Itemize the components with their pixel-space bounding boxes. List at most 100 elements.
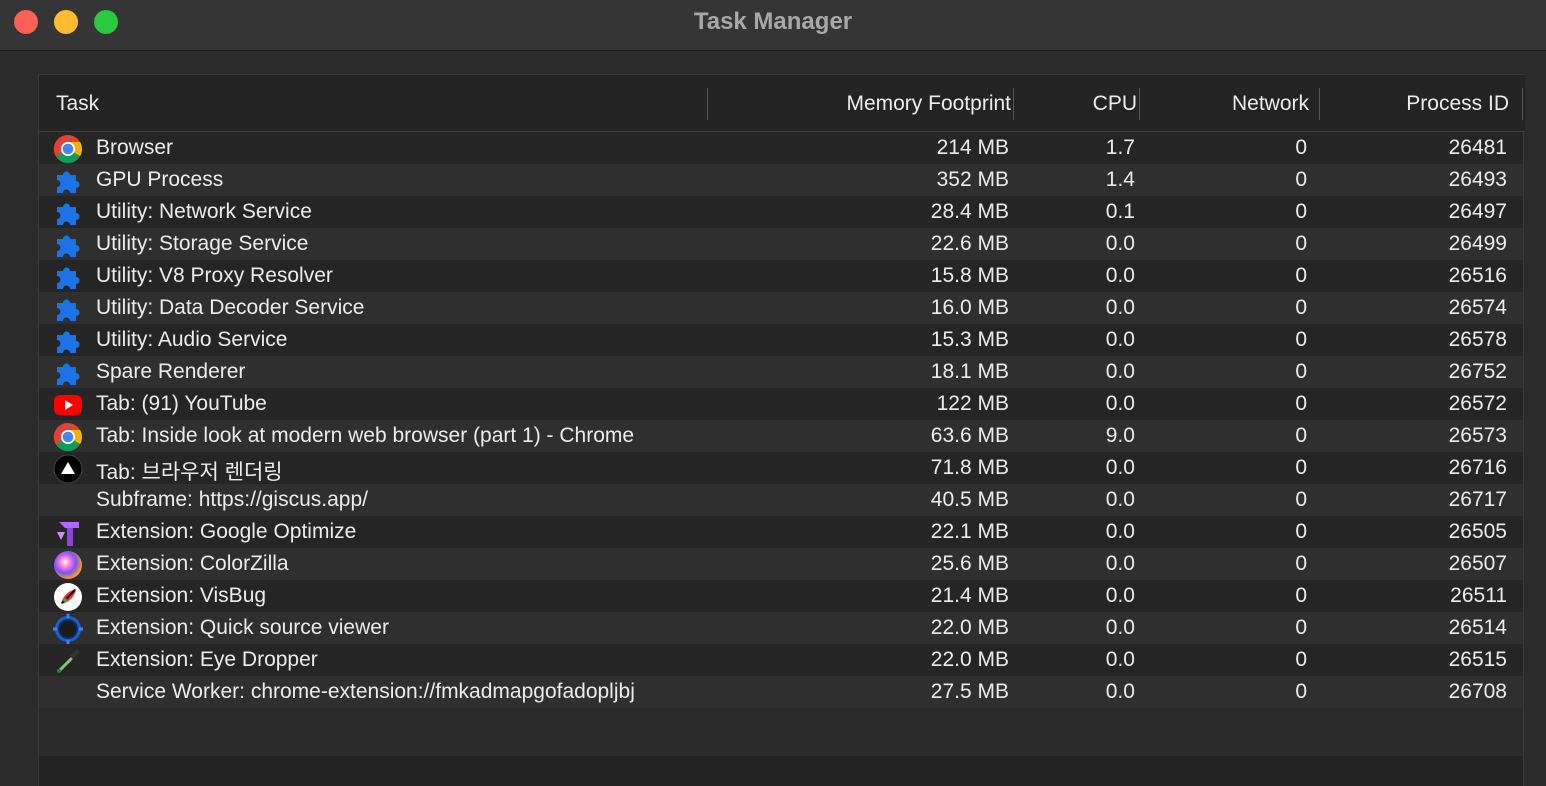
column-header-network[interactable]: Network bbox=[1232, 92, 1309, 116]
table-row[interactable]: Tab: (91) YouTube 122 MB 0.0 0 26572 bbox=[39, 388, 1523, 420]
process-id: 26499 bbox=[1448, 232, 1507, 255]
cpu-usage: 0.0 bbox=[1105, 488, 1135, 511]
table-row[interactable]: Utility: V8 Proxy Resolver 15.8 MB 0.0 0 265… bbox=[39, 260, 1523, 292]
network-usage: 0 bbox=[1295, 136, 1307, 159]
memory-footprint: 71.8 MB bbox=[930, 456, 1009, 479]
table-row[interactable]: Utility: Storage Service 22.6 MB 0.0 0 26499 bbox=[39, 228, 1523, 260]
cpu-usage: 0.0 bbox=[1105, 552, 1135, 575]
column-resize-handle[interactable] bbox=[1013, 88, 1014, 120]
table-row[interactable]: Extension: Quick source viewer 22.0 MB 0.0… bbox=[39, 612, 1523, 644]
column-header-memory[interactable]: Memory Footprint bbox=[846, 92, 1011, 116]
table-header: Task Memory Footprint CPU Network Proces… bbox=[39, 75, 1525, 132]
process-id: 26511 bbox=[1450, 584, 1507, 607]
table-row[interactable]: Utility: Audio Service 15.3 MB 0.0 0 26578 bbox=[39, 324, 1523, 356]
network-usage: 0 bbox=[1295, 552, 1307, 575]
column-resize-handle[interactable] bbox=[1139, 88, 1140, 120]
table-row[interactable]: Browser 214 MB 1.7 0 26481 bbox=[39, 132, 1523, 164]
task-name: Utility: Storage Service bbox=[96, 232, 309, 255]
column-header-task[interactable]: Task bbox=[56, 92, 99, 116]
task-name: Extension: ColorZilla bbox=[96, 552, 289, 575]
table-row[interactable]: Extension: Google Optimize 22.1 MB 0.0 0 265… bbox=[39, 516, 1523, 548]
column-resize-handle[interactable] bbox=[1319, 88, 1320, 120]
puzzle-icon bbox=[53, 230, 83, 260]
task-name: Tab: Inside look at modern web browser (… bbox=[96, 424, 635, 447]
memory-footprint: 25.6 MB bbox=[930, 552, 1009, 575]
column-header-cpu[interactable]: CPU bbox=[1093, 92, 1137, 116]
task-name: Utility: V8 Proxy Resolver bbox=[96, 264, 333, 287]
process-id: 26717 bbox=[1448, 488, 1507, 511]
task-name: Utility: Audio Service bbox=[96, 328, 288, 351]
memory-footprint: 63.6 MB bbox=[930, 424, 1009, 447]
network-usage: 0 bbox=[1295, 488, 1307, 511]
cpu-usage: 0.0 bbox=[1105, 392, 1135, 415]
cpu-usage: 0.0 bbox=[1105, 616, 1135, 639]
cpu-usage: 1.7 bbox=[1105, 136, 1135, 159]
network-usage: 0 bbox=[1295, 424, 1307, 447]
cpu-usage: 0.0 bbox=[1105, 360, 1135, 383]
table-row[interactable]: Spare Renderer 18.1 MB 0.0 0 26752 bbox=[39, 356, 1523, 388]
memory-footprint: 27.5 MB bbox=[930, 680, 1009, 703]
eyedropper-icon bbox=[53, 646, 83, 676]
network-usage: 0 bbox=[1295, 264, 1307, 287]
gear-icon bbox=[53, 614, 83, 644]
task-name: Extension: Eye Dropper bbox=[96, 648, 318, 671]
table-row[interactable]: Utility: Data Decoder Service 16.0 MB 0.0 0… bbox=[39, 292, 1523, 324]
network-usage: 0 bbox=[1295, 232, 1307, 255]
table-row[interactable]: Tab: Inside look at modern web browser (… bbox=[39, 420, 1523, 452]
table-row[interactable]: Utility: Network Service 28.4 MB 0.1 0 26497 bbox=[39, 196, 1523, 228]
puzzle-icon bbox=[53, 198, 83, 228]
cpu-usage: 1.4 bbox=[1105, 168, 1135, 191]
column-header-process-id[interactable]: Process ID bbox=[1406, 92, 1509, 116]
table-row[interactable]: GPU Process 352 MB 1.4 0 26493 bbox=[39, 164, 1523, 196]
table-row[interactable]: Service Worker: chrome-extension://fmkad… bbox=[39, 676, 1523, 708]
column-resize-handle[interactable] bbox=[1522, 88, 1523, 120]
process-id: 26572 bbox=[1448, 392, 1507, 415]
process-id: 26574 bbox=[1448, 296, 1507, 319]
process-id: 26515 bbox=[1448, 648, 1507, 671]
task-name: Service Worker: chrome-extension://fmkad… bbox=[96, 680, 635, 703]
optimize-icon bbox=[53, 518, 83, 548]
network-usage: 0 bbox=[1295, 168, 1307, 191]
memory-footprint: 214 MB bbox=[936, 136, 1009, 159]
cpu-usage: 0.0 bbox=[1105, 296, 1135, 319]
process-id: 26497 bbox=[1448, 200, 1507, 223]
table-row[interactable]: Subframe: https://giscus.app/40.5 MB 0.0 0… bbox=[39, 484, 1523, 516]
task-name: Tab: 브라우저 렌더링 bbox=[96, 461, 283, 484]
network-usage: 0 bbox=[1295, 296, 1307, 319]
puzzle-icon bbox=[53, 166, 83, 196]
memory-footprint: 22.6 MB bbox=[930, 232, 1009, 255]
table-row[interactable]: Extension: ColorZilla 25.6 MB 0.0 0 26507 bbox=[39, 548, 1523, 580]
network-usage: 0 bbox=[1295, 520, 1307, 543]
process-id: 26481 bbox=[1448, 136, 1507, 159]
task-name: Browser bbox=[96, 136, 174, 159]
task-name: Extension: VisBug bbox=[96, 584, 267, 607]
memory-footprint: 352 MB bbox=[936, 168, 1009, 191]
empty-row bbox=[39, 708, 1523, 756]
table-row[interactable]: Extension: Eye Dropper 22.0 MB 0.0 0 26515 bbox=[39, 644, 1523, 676]
table-row[interactable]: Extension: VisBug 21.4 MB 0.0 0 26511 bbox=[39, 580, 1523, 612]
cpu-usage: 0.0 bbox=[1105, 264, 1135, 287]
memory-footprint: 28.4 MB bbox=[930, 200, 1009, 223]
cpu-usage: 0.0 bbox=[1105, 520, 1135, 543]
network-usage: 0 bbox=[1295, 200, 1307, 223]
memory-footprint: 40.5 MB bbox=[930, 488, 1009, 511]
process-id: 26708 bbox=[1448, 680, 1507, 703]
process-id: 26505 bbox=[1448, 520, 1507, 543]
task-name: GPU Process bbox=[96, 168, 224, 191]
blank-icon bbox=[53, 486, 83, 516]
column-resize-handle[interactable] bbox=[707, 88, 708, 120]
cpu-usage: 0.0 bbox=[1105, 584, 1135, 607]
process-id: 26716 bbox=[1448, 456, 1507, 479]
network-usage: 0 bbox=[1295, 392, 1307, 415]
puzzle-icon bbox=[53, 262, 83, 292]
cpu-usage: 0.0 bbox=[1105, 680, 1135, 703]
task-name: Spare Renderer bbox=[96, 360, 246, 383]
network-usage: 0 bbox=[1295, 456, 1307, 479]
memory-footprint: 22.0 MB bbox=[930, 648, 1009, 671]
memory-footprint: 22.1 MB bbox=[930, 520, 1009, 543]
task-name: Extension: Quick source viewer bbox=[96, 616, 389, 639]
memory-footprint: 18.1 MB bbox=[930, 360, 1009, 383]
visbug-icon bbox=[53, 582, 83, 612]
network-usage: 0 bbox=[1295, 648, 1307, 671]
table-row[interactable]: Tab: 브라우저 렌더링 71.8 MB 0.0 0 26716 bbox=[39, 452, 1523, 484]
